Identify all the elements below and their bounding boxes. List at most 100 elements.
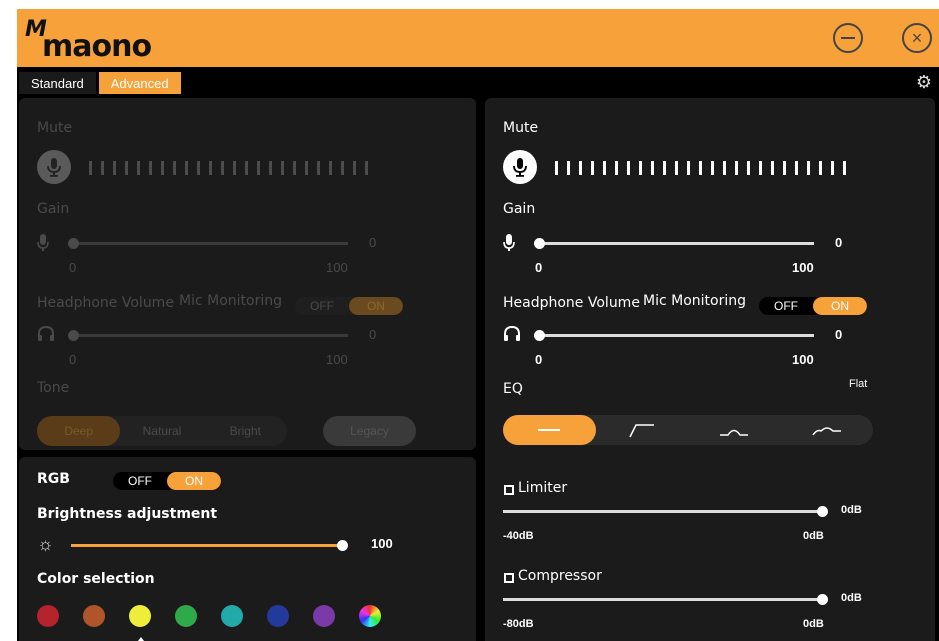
eq-highpass-button[interactable] bbox=[596, 415, 689, 445]
gain-min: 0 bbox=[535, 260, 543, 275]
toggle-off[interactable]: OFF bbox=[759, 297, 813, 315]
eq-presence-button[interactable] bbox=[688, 415, 781, 445]
selected-color-caret bbox=[135, 637, 147, 641]
eq-vocal-button[interactable] bbox=[781, 415, 874, 445]
microphone-icon bbox=[513, 158, 527, 177]
limiter-slider-thumb[interactable] bbox=[817, 506, 828, 517]
limiter-checkbox[interactable] bbox=[504, 485, 514, 495]
mute-button[interactable] bbox=[503, 150, 537, 184]
right-level-meter bbox=[555, 161, 846, 175]
gain-value: 0 bbox=[369, 235, 377, 250]
close-button[interactable]: × bbox=[902, 23, 932, 53]
color-swatch[interactable] bbox=[221, 605, 243, 627]
brightness-label: Brightness adjustment bbox=[37, 506, 218, 522]
gain-slider-thumb[interactable] bbox=[68, 238, 79, 249]
gain-slider-track[interactable] bbox=[537, 242, 814, 245]
color-swatch[interactable] bbox=[267, 605, 289, 627]
gain-mic-icon bbox=[37, 234, 49, 257]
mic-monitoring-label: Mic Monitoring bbox=[643, 293, 746, 309]
color-swatch[interactable] bbox=[83, 605, 105, 627]
toggle-on[interactable]: ON bbox=[813, 297, 867, 315]
headphone-slider-thumb[interactable] bbox=[68, 330, 79, 341]
tone-selector: Deep Natural Bright bbox=[37, 416, 287, 446]
rgb-toggle[interactable]: OFF ON bbox=[113, 472, 221, 490]
toggle-off[interactable]: OFF bbox=[295, 297, 349, 315]
mic-monitoring-toggle[interactable]: OFF ON bbox=[295, 297, 403, 315]
rgb-label: RGB bbox=[37, 471, 70, 487]
mute-label: Mute bbox=[503, 120, 539, 136]
headphones-icon bbox=[37, 325, 55, 347]
color-swatch[interactable] bbox=[175, 605, 197, 627]
eq-flat-button[interactable] bbox=[503, 415, 596, 445]
app-root: M maono × Standard Advanced ⚙ Mute Gain … bbox=[0, 0, 939, 641]
eq-preset-name: Flat bbox=[849, 378, 868, 390]
eq-flat-icon bbox=[538, 429, 561, 431]
gain-max: 100 bbox=[792, 260, 814, 275]
color-swatch[interactable] bbox=[313, 605, 335, 627]
right-audio-panel: Mute Gain 0 0 100 Headphone Volume Mic M… bbox=[485, 98, 935, 641]
tone-label: Tone bbox=[37, 380, 70, 396]
legacy-button[interactable]: Legacy bbox=[323, 416, 416, 446]
limiter-value: 0dB bbox=[841, 504, 862, 516]
headphone-slider-track[interactable] bbox=[537, 334, 814, 337]
eq-presence-icon bbox=[720, 429, 749, 436]
limiter-slider-track[interactable] bbox=[503, 510, 823, 513]
compressor-slider-track[interactable] bbox=[503, 598, 823, 601]
tab-standard[interactable]: Standard bbox=[19, 72, 96, 94]
gain-value: 0 bbox=[835, 235, 843, 250]
tone-deep[interactable]: Deep bbox=[37, 416, 121, 446]
eq-selector bbox=[503, 415, 873, 445]
tab-advanced[interactable]: Advanced bbox=[98, 72, 181, 94]
rgb-toggle-on[interactable]: ON bbox=[167, 472, 221, 490]
microphone-icon bbox=[47, 158, 61, 177]
eq-vocal-icon bbox=[812, 427, 841, 436]
compressor-slider-thumb[interactable] bbox=[817, 594, 828, 605]
title-bar: M maono × bbox=[17, 9, 939, 67]
mute-label: Mute bbox=[37, 120, 73, 136]
mic-monitoring-toggle[interactable]: OFF ON bbox=[759, 297, 867, 315]
limiter-max: 0dB bbox=[803, 530, 824, 542]
gain-max: 100 bbox=[326, 260, 348, 275]
brightness-slider-track[interactable] bbox=[71, 544, 344, 547]
sun-icon: ☼ bbox=[37, 534, 54, 554]
color-swatch[interactable] bbox=[37, 605, 59, 627]
tone-natural[interactable]: Natural bbox=[120, 416, 203, 446]
headphone-slider-thumb[interactable] bbox=[534, 330, 545, 341]
compressor-min: -80dB bbox=[503, 618, 534, 630]
headphone-min: 0 bbox=[69, 352, 77, 367]
gain-mic-icon bbox=[503, 234, 515, 257]
gain-label: Gain bbox=[503, 201, 536, 217]
tone-bright[interactable]: Bright bbox=[204, 416, 287, 446]
color-swatch[interactable] bbox=[359, 605, 381, 627]
headphone-slider-track[interactable] bbox=[71, 334, 348, 337]
color-swatch[interactable] bbox=[129, 605, 151, 627]
eq-label: EQ bbox=[503, 381, 523, 397]
brightness-slider-thumb[interactable] bbox=[337, 540, 348, 551]
logo-text: maono bbox=[42, 29, 152, 64]
mute-button[interactable] bbox=[37, 150, 71, 184]
left-audio-panel: Mute Gain 0 0 100 Headphone Volume Mic M… bbox=[19, 98, 476, 450]
headphone-value: 0 bbox=[835, 327, 843, 342]
compressor-value: 0dB bbox=[841, 592, 862, 604]
close-icon: × bbox=[911, 27, 923, 48]
rgb-toggle-off[interactable]: OFF bbox=[113, 472, 167, 490]
compressor-label: Compressor bbox=[518, 568, 602, 584]
headphone-max: 100 bbox=[326, 352, 348, 367]
gain-min: 0 bbox=[69, 260, 77, 275]
minimize-button[interactable] bbox=[833, 23, 863, 53]
limiter-min: -40dB bbox=[503, 530, 534, 542]
headphone-max: 100 bbox=[792, 352, 814, 367]
settings-gear-icon[interactable]: ⚙ bbox=[915, 73, 933, 91]
compressor-checkbox[interactable] bbox=[504, 573, 514, 583]
headphone-min: 0 bbox=[535, 352, 543, 367]
rgb-panel: RGB OFF ON Brightness adjustment ☼ 100 C… bbox=[19, 457, 476, 641]
gain-slider-track[interactable] bbox=[71, 242, 348, 245]
headphone-value: 0 bbox=[369, 327, 377, 342]
eq-highpass-icon bbox=[629, 424, 654, 438]
compressor-max: 0dB bbox=[803, 618, 824, 630]
gain-slider-thumb[interactable] bbox=[534, 238, 545, 249]
headphones-icon bbox=[503, 325, 521, 347]
headphone-volume-label: Headphone Volume bbox=[37, 295, 174, 311]
toggle-on[interactable]: ON bbox=[349, 297, 403, 315]
gain-label: Gain bbox=[37, 201, 70, 217]
